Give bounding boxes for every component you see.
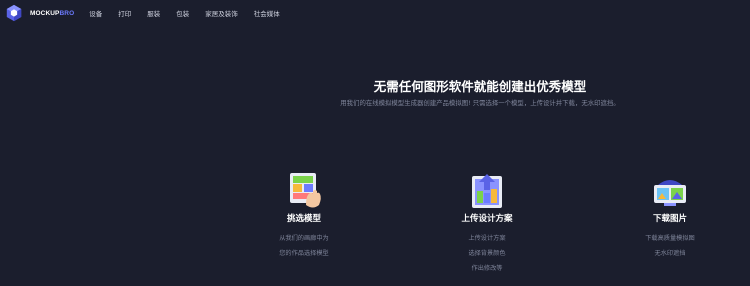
nav-menu: 设备 打印 服装 包装 家居及装饰 社会媒体 [89,8,296,18]
cube-logo-icon [6,4,22,22]
nav-item-apparel[interactable]: 服装 [147,8,160,18]
feature-pick-template: 挑选模型 从我们的画廊中为 您的作品选择模型 [234,171,374,261]
feature-upload-design: 上传设计方案 上传设计方案 选择背景颜色 作出修改等 [417,171,557,276]
feature-download-image: 下载图片 下载高质量模拟图 无水印遮挡 [600,171,740,261]
upload-design-icon [472,174,502,208]
top-nav: MOCKUPBRO 设备 打印 服装 包装 家居及装饰 社会媒体 [0,0,750,26]
hero-subtitle: 用我们的在线模拟模型生成器创建产品模拟图! 只需选择一个模型，上传设计并下载，无… [340,99,620,107]
hero-title: 无需任何图形软件就能创建出优秀模型 [373,79,587,94]
brand-name: MOCKUPBRO [30,9,75,17]
nav-item-social-media[interactable]: 社会媒体 [254,8,280,18]
pick-template-icon [290,173,321,208]
page: MOCKUPBRO 设备 打印 服装 包装 家居及装饰 社会媒体 无需任何图形软… [0,0,750,286]
nav-item-home-decor[interactable]: 家居及装饰 [205,8,238,18]
nav-item-packaging[interactable]: 包装 [176,8,189,18]
feature-title: 下载图片 [652,214,687,224]
feature-title: 挑选模型 [286,214,321,224]
feature-description: 上传设计方案 选择背景颜色 作出修改等 [468,235,506,272]
download-image-icon [654,180,686,206]
feature-title: 上传设计方案 [461,214,513,224]
feature-description: 下载高质量模拟图 无水印遮挡 [645,235,695,257]
feature-description: 从我们的画廊中为 您的作品选择模型 [279,235,329,257]
nav-item-print[interactable]: 打印 [118,8,131,18]
logo[interactable]: MOCKUPBRO [5,4,74,22]
nav-item-devices[interactable]: 设备 [89,8,102,18]
